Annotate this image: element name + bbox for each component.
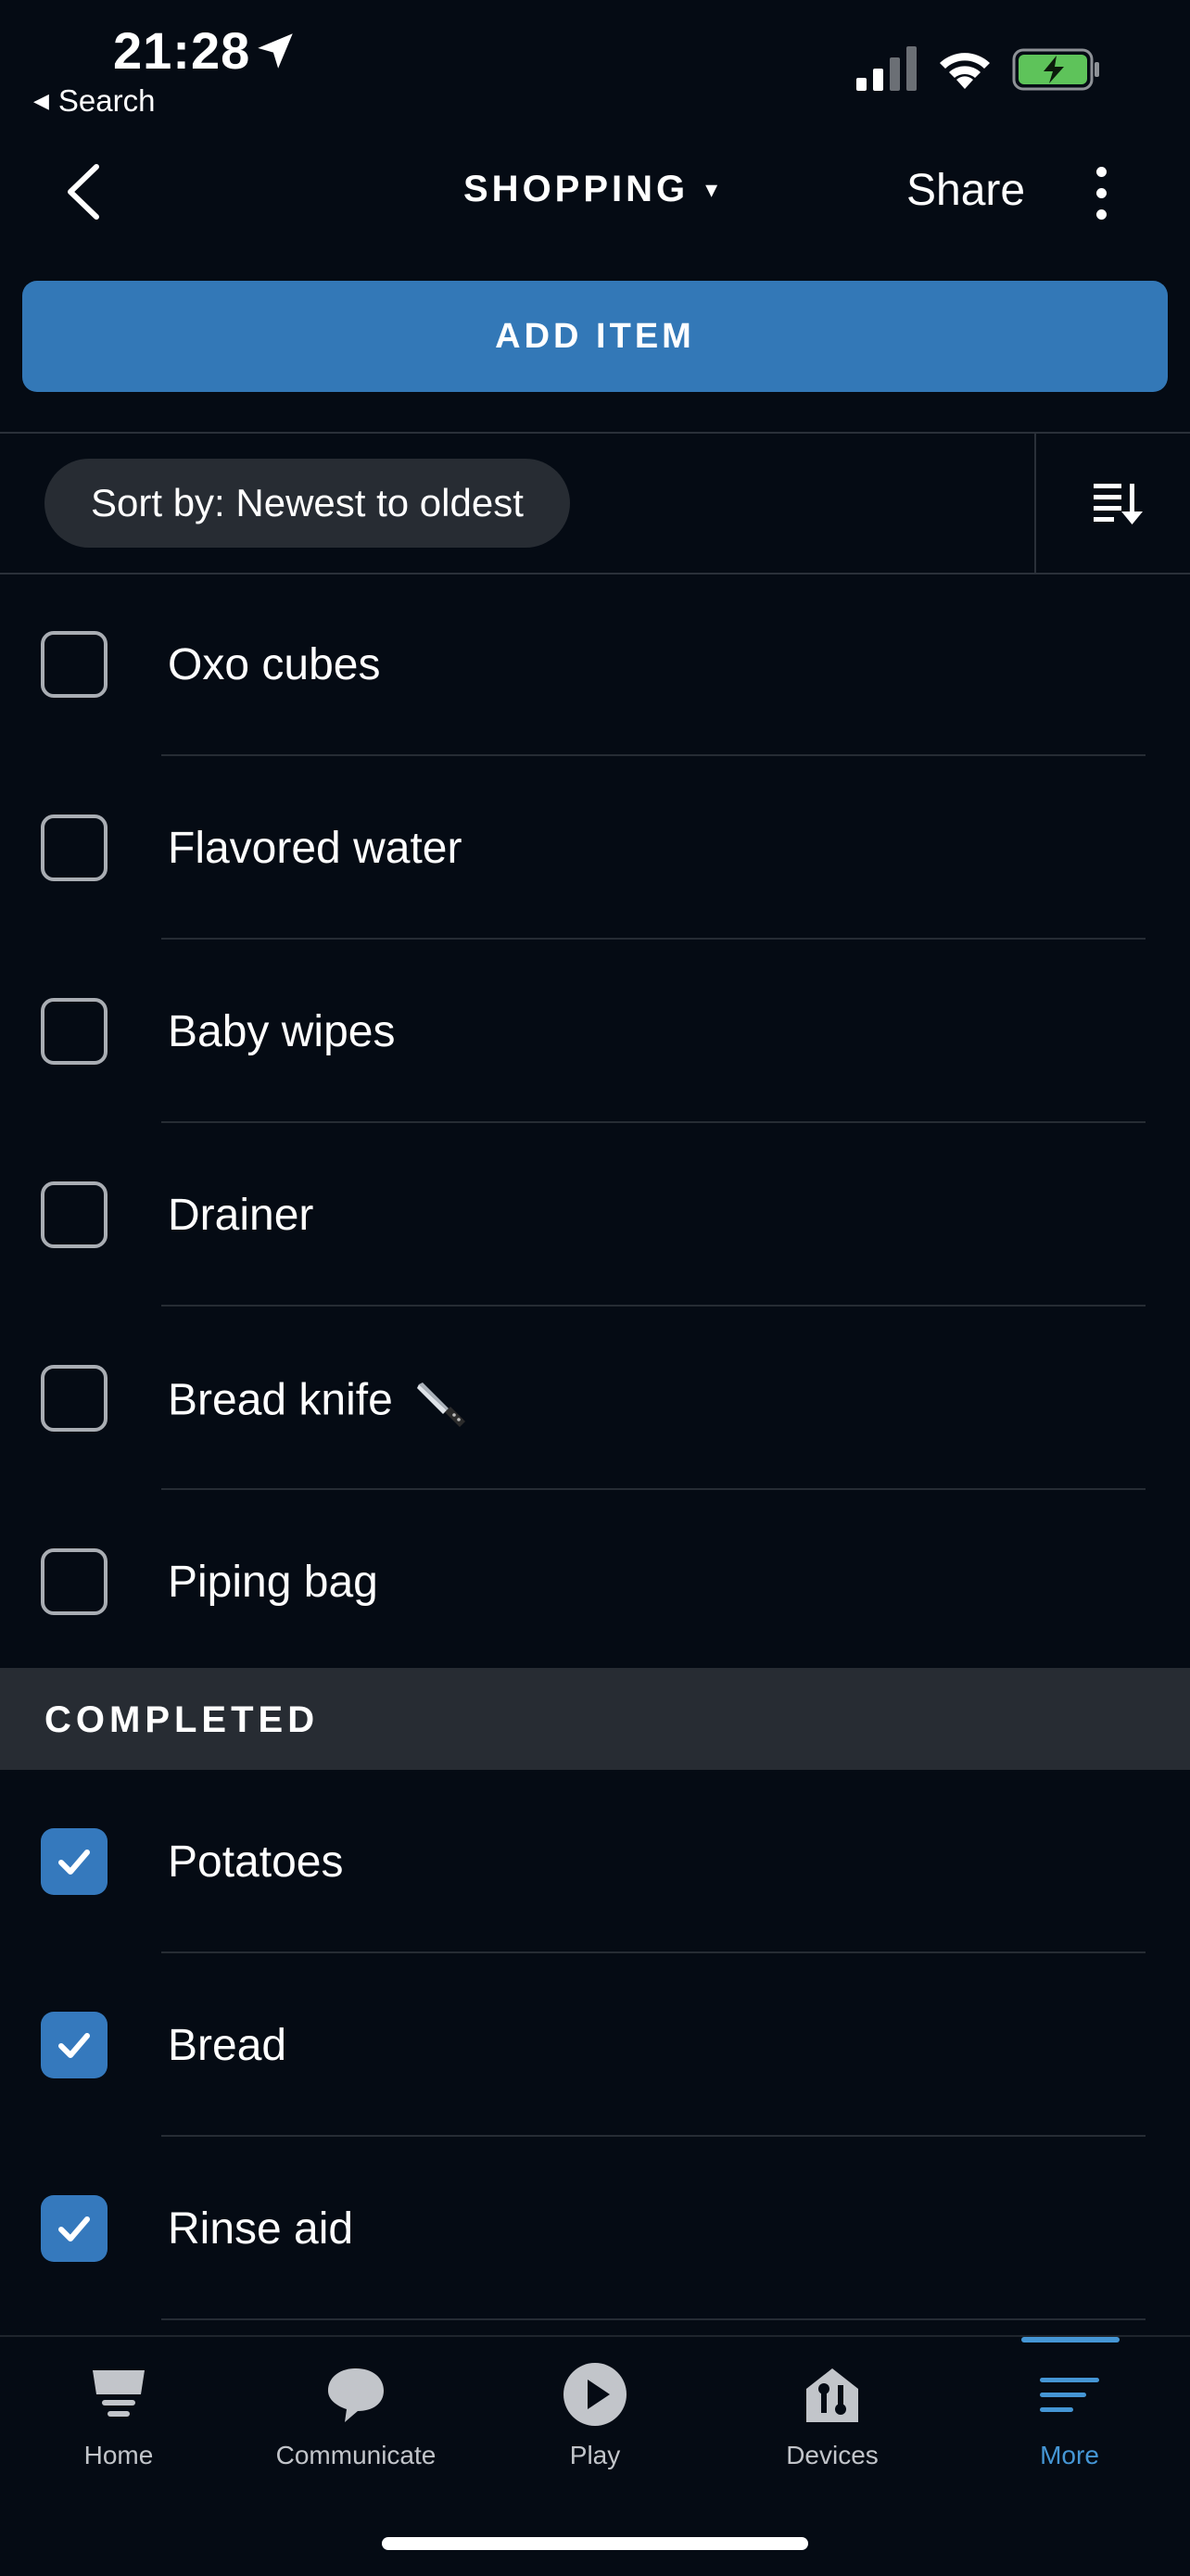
shopping-list: Oxo cubes Flavored water Baby wipes Drai… <box>0 573 1190 1673</box>
chat-bubble-icon <box>328 2368 384 2422</box>
tab-devices[interactable]: Devices <box>714 2337 951 2494</box>
item-checkbox[interactable] <box>41 1548 108 1615</box>
sort-by-button[interactable]: Sort by: Newest to oldest <box>44 459 570 548</box>
checkmark-icon <box>58 1850 90 1875</box>
item-label: Rinse aid <box>168 2204 354 2254</box>
checkmark-icon <box>58 2216 90 2241</box>
tab-play[interactable]: Play <box>476 2337 714 2494</box>
tab-label: Communicate <box>275 2441 437 2469</box>
menu-lines-icon <box>1040 2378 1099 2412</box>
item-checkbox[interactable] <box>41 1181 108 1248</box>
tab-communicate[interactable]: Communicate <box>237 2337 475 2494</box>
home-indicator <box>382 2537 808 2550</box>
knife-emoji-icon <box>416 1383 465 1427</box>
list-item[interactable]: Flavored water <box>0 756 1190 940</box>
share-button[interactable]: Share <box>906 165 1025 216</box>
item-label: Oxo cubes <box>168 640 381 689</box>
status-time: 21:28 <box>113 21 251 80</box>
play-icon <box>563 2363 627 2426</box>
item-checkbox-checked[interactable] <box>41 2195 108 2262</box>
item-label: Drainer <box>168 1191 314 1240</box>
item-label: Bread knife <box>168 1375 393 1425</box>
wifi-icon <box>940 53 990 89</box>
cellular-signal-icon <box>856 46 917 91</box>
tab-label: More <box>1040 2441 1099 2469</box>
active-tab-indicator <box>1021 2337 1120 2342</box>
completed-section-header: COMPLETED <box>0 1668 1190 1770</box>
item-checkbox[interactable] <box>41 814 108 881</box>
dropdown-caret-icon: ▾ <box>705 175 722 203</box>
item-label: Potatoes <box>168 1837 344 1887</box>
tab-home[interactable]: Home <box>0 2337 237 2494</box>
sort-order-icon[interactable] <box>1090 476 1146 532</box>
list-title-dropdown[interactable]: SHOPPING ▾ <box>463 169 721 210</box>
row-divider <box>161 2318 1146 2320</box>
item-label-wrap: Bread knife <box>168 1373 469 1433</box>
location-arrow-icon <box>258 33 293 69</box>
sort-bar: Sort by: Newest to oldest <box>0 432 1190 575</box>
item-label: Piping bag <box>168 1558 378 1607</box>
item-checkbox[interactable] <box>41 1365 108 1432</box>
completed-item[interactable]: Potatoes <box>0 1770 1190 1953</box>
battery-charging-icon <box>1012 48 1099 91</box>
home-icon <box>93 2370 145 2417</box>
item-label: Baby wipes <box>168 1007 396 1056</box>
item-checkbox[interactable] <box>41 998 108 1065</box>
item-checkbox-checked[interactable] <box>41 1828 108 1895</box>
add-item-button[interactable]: ADD ITEM <box>22 281 1168 392</box>
list-item[interactable]: Bread knife <box>0 1307 1190 1490</box>
list-item[interactable]: Baby wipes <box>0 940 1190 1123</box>
list-item[interactable]: Piping bag <box>0 1490 1190 1673</box>
sort-divider <box>1034 434 1036 573</box>
completed-item[interactable]: Bread <box>0 1953 1190 2137</box>
list-item[interactable]: Drainer <box>0 1123 1190 1307</box>
item-label: Bread <box>168 2021 287 2070</box>
item-label: Flavored water <box>168 824 462 873</box>
tab-label: Home <box>83 2441 154 2469</box>
back-to-search-link[interactable]: ◀ Search <box>33 83 155 119</box>
completed-header-label: COMPLETED <box>44 1699 320 1740</box>
tab-label: Devices <box>786 2441 879 2469</box>
devices-house-icon <box>806 2368 858 2422</box>
tab-more[interactable]: More <box>951 2337 1188 2494</box>
back-chevron-icon[interactable] <box>56 159 111 224</box>
item-checkbox[interactable] <box>41 631 108 698</box>
tab-label: Play <box>569 2441 621 2469</box>
back-triangle-icon: ◀ <box>33 89 49 112</box>
item-checkbox-checked[interactable] <box>41 2012 108 2078</box>
completed-list: Potatoes Bread Rinse aid <box>0 1770 1190 2320</box>
list-title: SHOPPING <box>463 169 690 209</box>
back-app-label: Search <box>57 83 156 118</box>
list-item[interactable]: Oxo cubes <box>0 573 1190 756</box>
checkmark-icon <box>58 2033 90 2058</box>
completed-item[interactable]: Rinse aid <box>0 2137 1190 2320</box>
more-options-icon[interactable] <box>1084 159 1118 224</box>
